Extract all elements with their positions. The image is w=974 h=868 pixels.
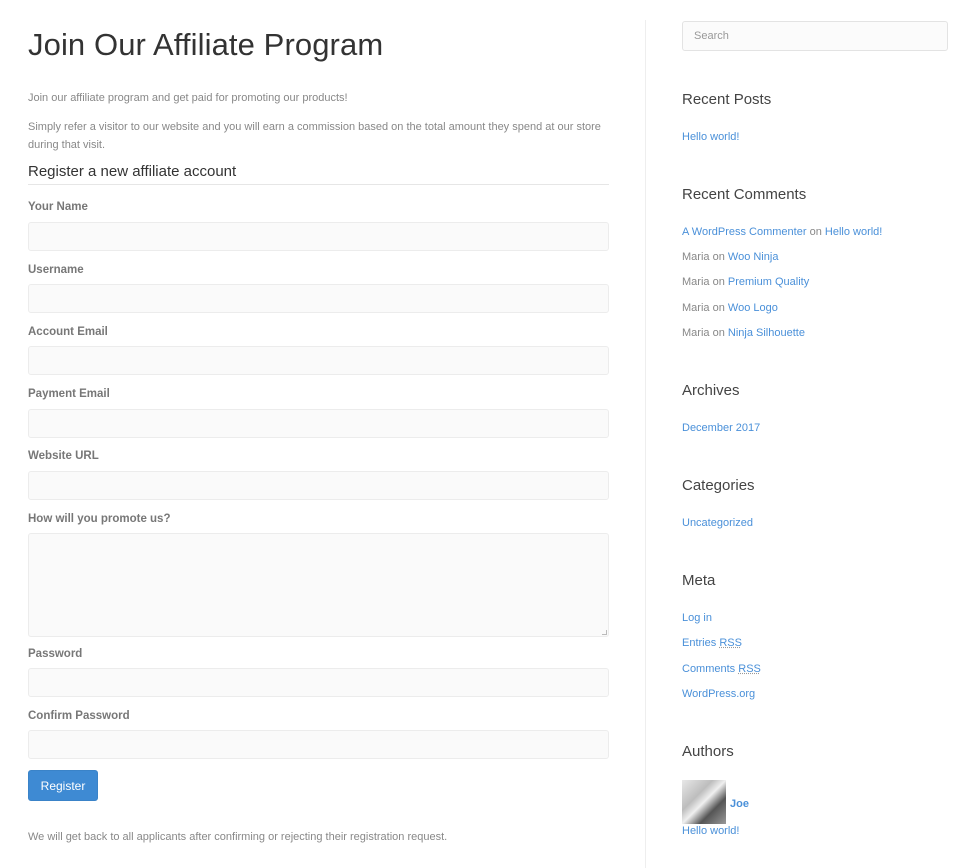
confirm-password-label: Confirm Password — [28, 710, 130, 722]
archive-link[interactable]: December 2017 — [682, 422, 760, 434]
author-post-link[interactable]: Hello world! — [682, 825, 739, 837]
comment-author: Maria — [682, 276, 710, 288]
payment-email-label: Payment Email — [28, 388, 110, 400]
rss-abbr: RSS — [738, 663, 761, 675]
account-email-label: Account Email — [28, 326, 108, 338]
comment-item: A WordPress Commenter on Hello world! — [682, 226, 882, 238]
author-avatar[interactable] — [682, 780, 726, 824]
entries-label: Entries — [682, 637, 717, 649]
promote-label: How will you promote us? — [28, 513, 171, 525]
comment-on-text: on — [712, 251, 725, 263]
search-input[interactable]: Search — [682, 21, 948, 51]
rss-abbr: RSS — [719, 637, 742, 649]
your-name-input[interactable] — [28, 222, 609, 251]
entries-rss-link[interactable]: Entries RSS — [682, 637, 742, 649]
author-name-link[interactable]: Joe — [730, 798, 749, 810]
comment-post-link[interactable]: Hello world! — [825, 226, 882, 238]
payment-email-input[interactable] — [28, 409, 609, 438]
account-email-input[interactable] — [28, 346, 609, 375]
page-title: Join Our Affiliate Program — [28, 27, 384, 62]
comment-on-text: on — [712, 302, 725, 314]
form-heading: Register a new affiliate account — [28, 163, 609, 185]
meta-title: Meta — [682, 572, 716, 589]
login-link[interactable]: Log in — [682, 612, 712, 624]
comments-rss-link[interactable]: Comments RSS — [682, 663, 761, 675]
comment-item: Maria on Ninja Silhouette — [682, 327, 805, 339]
your-name-label: Your Name — [28, 201, 88, 213]
sidebar-divider — [645, 20, 646, 868]
recent-posts-title: Recent Posts — [682, 91, 772, 108]
comment-author-link[interactable]: A WordPress Commenter — [682, 226, 807, 238]
comment-on-text: on — [809, 226, 822, 238]
comment-author: Maria — [682, 302, 710, 314]
comment-post-link[interactable]: Woo Logo — [728, 302, 778, 314]
comment-on-text: on — [712, 327, 725, 339]
intro-text: Join our affiliate program and get paid … — [28, 92, 348, 104]
comment-post-link[interactable]: Premium Quality — [728, 276, 809, 288]
website-url-input[interactable] — [28, 471, 609, 500]
recent-post-link[interactable]: Hello world! — [682, 131, 739, 143]
category-link[interactable]: Uncategorized — [682, 517, 753, 529]
comment-item: Maria on Woo Ninja — [682, 251, 778, 263]
comment-item: Maria on Premium Quality — [682, 276, 809, 288]
categories-title: Categories — [682, 477, 755, 494]
comment-post-link[interactable]: Ninja Silhouette — [728, 327, 805, 339]
archives-title: Archives — [682, 382, 740, 399]
comment-post-link[interactable]: Woo Ninja — [728, 251, 779, 263]
promote-textarea[interactable] — [28, 533, 609, 637]
register-button[interactable]: Register — [28, 770, 98, 801]
password-input[interactable] — [28, 668, 609, 697]
author-row: Joe — [682, 780, 749, 824]
comment-author: Maria — [682, 327, 710, 339]
resize-handle-icon[interactable] — [602, 630, 607, 635]
wordpress-org-link[interactable]: WordPress.org — [682, 688, 755, 700]
comment-on-text: on — [712, 276, 725, 288]
comments-label: Comments — [682, 663, 736, 675]
recent-comments-title: Recent Comments — [682, 186, 807, 203]
footer-note: We will get back to all applicants after… — [28, 831, 448, 843]
username-input[interactable] — [28, 284, 609, 313]
comment-author: Maria — [682, 251, 710, 263]
username-label: Username — [28, 264, 84, 276]
confirm-password-input[interactable] — [28, 730, 609, 759]
comment-item: Maria on Woo Logo — [682, 302, 778, 314]
search-placeholder: Search — [694, 30, 729, 42]
authors-title: Authors — [682, 743, 734, 760]
password-label: Password — [28, 648, 83, 660]
intro-description: Simply refer a visitor to our website an… — [28, 121, 601, 151]
website-url-label: Website URL — [28, 450, 99, 462]
